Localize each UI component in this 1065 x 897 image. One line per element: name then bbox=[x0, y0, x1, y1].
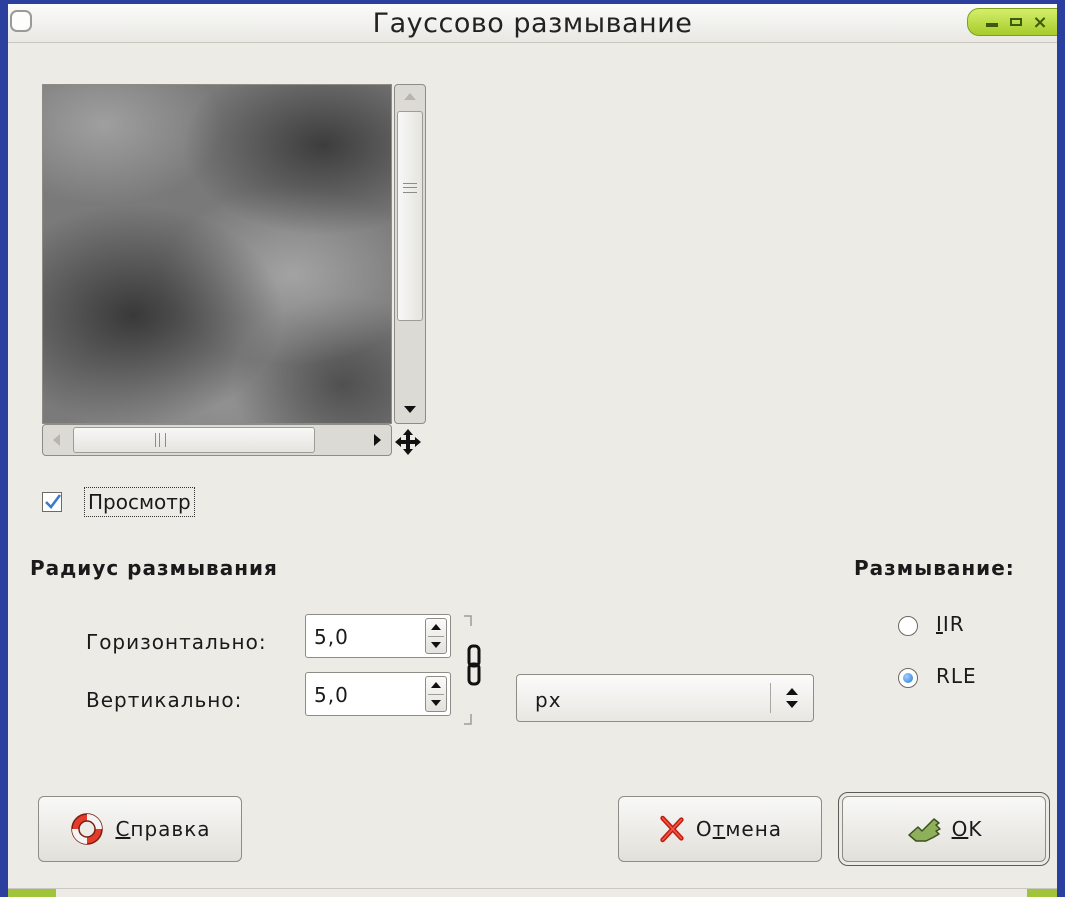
dropdown-arrows-icon[interactable] bbox=[785, 686, 799, 710]
scroll-up-arrow-icon[interactable] bbox=[404, 93, 416, 100]
chain-link-icon[interactable] bbox=[462, 614, 492, 726]
preview-checkbox[interactable] bbox=[42, 492, 62, 512]
ok-button[interactable]: OK bbox=[838, 792, 1050, 866]
vertical-grip-icon bbox=[403, 183, 417, 193]
radio-iir[interactable] bbox=[898, 616, 918, 636]
red-x-icon bbox=[660, 815, 684, 843]
vertical-scroll-thumb[interactable] bbox=[397, 111, 423, 321]
vertical-stepper[interactable] bbox=[425, 676, 447, 712]
preview-image[interactable] bbox=[42, 84, 392, 424]
title-bar[interactable]: Гауссово размывание × bbox=[8, 4, 1057, 43]
help-button[interactable]: Справка bbox=[38, 796, 242, 862]
horizontal-label: Горизонтально: bbox=[86, 630, 267, 654]
hand-pointing-icon bbox=[907, 818, 941, 842]
close-icon[interactable]: × bbox=[1030, 12, 1050, 33]
horizontal-spinbutton[interactable]: 5,0 bbox=[305, 614, 451, 658]
vertical-spinbutton[interactable]: 5,0 bbox=[305, 672, 451, 716]
preview-vertical-scrollbar[interactable] bbox=[394, 84, 426, 424]
scroll-down-arrow-icon[interactable] bbox=[404, 406, 416, 413]
scroll-left-arrow-icon[interactable] bbox=[53, 434, 60, 446]
scroll-right-arrow-icon[interactable] bbox=[374, 434, 381, 446]
preview-horizontal-scrollbar[interactable] bbox=[42, 424, 392, 456]
radio-rle-label[interactable]: RLE bbox=[936, 664, 977, 688]
horizontal-grip-icon bbox=[155, 433, 166, 447]
blur-radius-heading: Радиус размывания bbox=[30, 556, 278, 580]
maximize-icon[interactable] bbox=[1006, 12, 1026, 32]
window-title: Гауссово размывание bbox=[372, 8, 693, 39]
cancel-button[interactable]: Отмена bbox=[618, 796, 822, 862]
preview-checkbox-label[interactable]: Просмотр bbox=[84, 487, 195, 517]
checkmark-icon bbox=[45, 494, 62, 509]
unit-value: px bbox=[535, 688, 562, 712]
help-button-label: Справка bbox=[115, 817, 211, 841]
status-bar bbox=[8, 888, 1057, 897]
horizontal-scroll-thumb[interactable] bbox=[73, 427, 315, 453]
horizontal-value[interactable]: 5,0 bbox=[314, 625, 349, 649]
resize-grip-right[interactable] bbox=[1027, 889, 1057, 897]
window-controls: × bbox=[967, 8, 1057, 36]
ok-button-label: OK bbox=[951, 817, 983, 841]
radio-iir-label[interactable]: IIR bbox=[936, 612, 965, 636]
lifebuoy-icon bbox=[71, 813, 104, 845]
radio-rle[interactable] bbox=[898, 668, 918, 688]
cancel-button-label: Отмена bbox=[695, 817, 783, 841]
minimize-icon[interactable] bbox=[982, 12, 1002, 32]
resize-grip-left[interactable] bbox=[8, 889, 56, 897]
unit-selector[interactable]: px bbox=[516, 674, 814, 722]
blur-method-heading: Размывание: bbox=[854, 556, 1015, 580]
move-arrows-icon[interactable] bbox=[394, 428, 422, 456]
vertical-label: Вертикально: bbox=[86, 688, 243, 712]
horizontal-stepper[interactable] bbox=[425, 618, 447, 654]
gaussian-blur-dialog: Гауссово размывание × Просмотр Радиус ра… bbox=[0, 0, 1065, 897]
vertical-value[interactable]: 5,0 bbox=[314, 683, 349, 707]
